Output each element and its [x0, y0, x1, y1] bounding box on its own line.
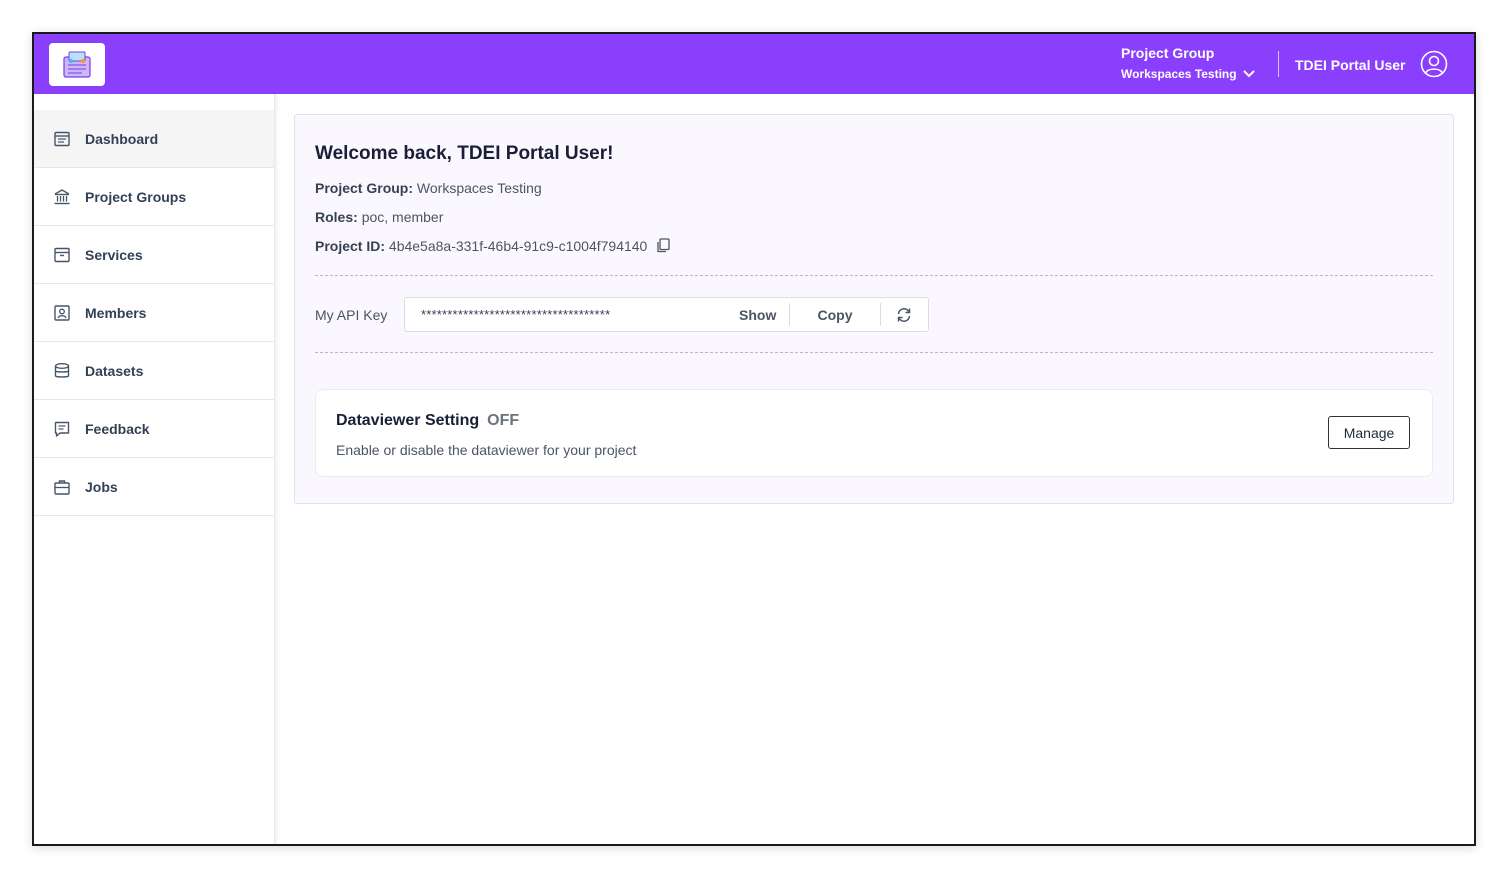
app-window: Project Group Workspaces Testing TDEI Po… [32, 32, 1476, 846]
sidebar-item-members[interactable]: Members [34, 284, 274, 342]
welcome-heading: Welcome back, TDEI Portal User! [315, 143, 614, 164]
database-icon [53, 362, 71, 380]
project-group-switcher[interactable]: Project Group Workspaces Testing [1121, 43, 1261, 87]
sidebar-item-services[interactable]: Services [34, 226, 274, 284]
sidebar-item-dashboard[interactable]: Dashboard [34, 110, 274, 168]
top-bar: Project Group Workspaces Testing TDEI Po… [34, 34, 1474, 94]
sidebar-item-label: Jobs [85, 478, 118, 495]
copy-api-key-button[interactable]: Copy [790, 307, 880, 323]
project-id-value: 4b4e5a8a-331f-46b4-91c9-c1004f794140 [388, 238, 648, 254]
sidebar-item-label: Services [85, 246, 143, 263]
briefcase-icon [53, 478, 71, 496]
dashboard-panel: Welcome back, TDEI Portal User! Project … [294, 114, 1454, 504]
dataviewer-title: Dataviewer Setting OFF [336, 412, 519, 430]
section-divider [315, 352, 1433, 353]
archive-icon [53, 246, 71, 264]
sidebar-item-datasets[interactable]: Datasets [34, 342, 274, 400]
app-logo[interactable] [49, 43, 105, 86]
api-key-label: My API Key [315, 307, 388, 323]
project-group-info-label: Project Group: [315, 180, 414, 196]
sidebar-nav: Dashboard Project Groups Services Member… [34, 110, 274, 516]
sidebar-item-label: Feedback [85, 420, 150, 437]
show-api-key-button[interactable]: Show [739, 307, 789, 323]
project-group-info-value: Workspaces Testing [416, 180, 542, 196]
logo-icon [63, 51, 91, 78]
member-icon [53, 304, 71, 322]
section-divider [315, 275, 1433, 276]
api-key-value: ************************************ [421, 307, 611, 322]
project-group-info: Project Group: Workspaces Testing [315, 180, 542, 196]
dataviewer-setting-card: Dataviewer Setting OFF Enable or disable … [315, 389, 1433, 477]
sidebar-item-label: Datasets [85, 362, 144, 379]
refresh-icon [897, 307, 911, 322]
sidebar-item-label: Dashboard [85, 130, 159, 147]
project-id-info: Project ID: 4b4e5a8a-331f-46b4-91c9-c100… [315, 238, 670, 254]
project-group-value: Workspaces Testing [1121, 67, 1237, 81]
dataviewer-status: OFF [487, 412, 520, 429]
feedback-icon [53, 420, 71, 438]
bank-icon [53, 188, 71, 206]
dataviewer-title-text: Dataviewer Setting [336, 412, 480, 429]
project-id-label: Project ID: [315, 238, 386, 254]
api-key-box: ************************************ Sho… [404, 297, 929, 332]
user-name[interactable]: TDEI Portal User [1295, 54, 1405, 76]
sidebar-item-project-groups[interactable]: Project Groups [34, 168, 274, 226]
roles-info: Roles: poc, member [315, 209, 443, 225]
roles-value: poc, member [361, 209, 444, 225]
user-avatar-icon[interactable] [1420, 50, 1448, 78]
project-group-label: Project Group [1121, 45, 1215, 61]
sidebar-item-jobs[interactable]: Jobs [34, 458, 274, 516]
sidebar-item-label: Project Groups [85, 188, 187, 205]
header-divider [1278, 51, 1279, 77]
sidebar-item-label: Members [85, 304, 147, 321]
dataviewer-description: Enable or disable the dataviewer for you… [336, 442, 637, 458]
chevron-down-icon[interactable] [1242, 70, 1255, 78]
manage-button[interactable]: Manage [1328, 416, 1410, 449]
regenerate-api-key-button[interactable] [881, 307, 927, 323]
roles-label: Roles: [315, 209, 358, 225]
copy-icon[interactable] [656, 238, 670, 253]
sidebar-item-feedback[interactable]: Feedback [34, 400, 274, 458]
sidebar: Dashboard Project Groups Services Member… [34, 94, 275, 844]
dashboard-icon [53, 130, 71, 148]
